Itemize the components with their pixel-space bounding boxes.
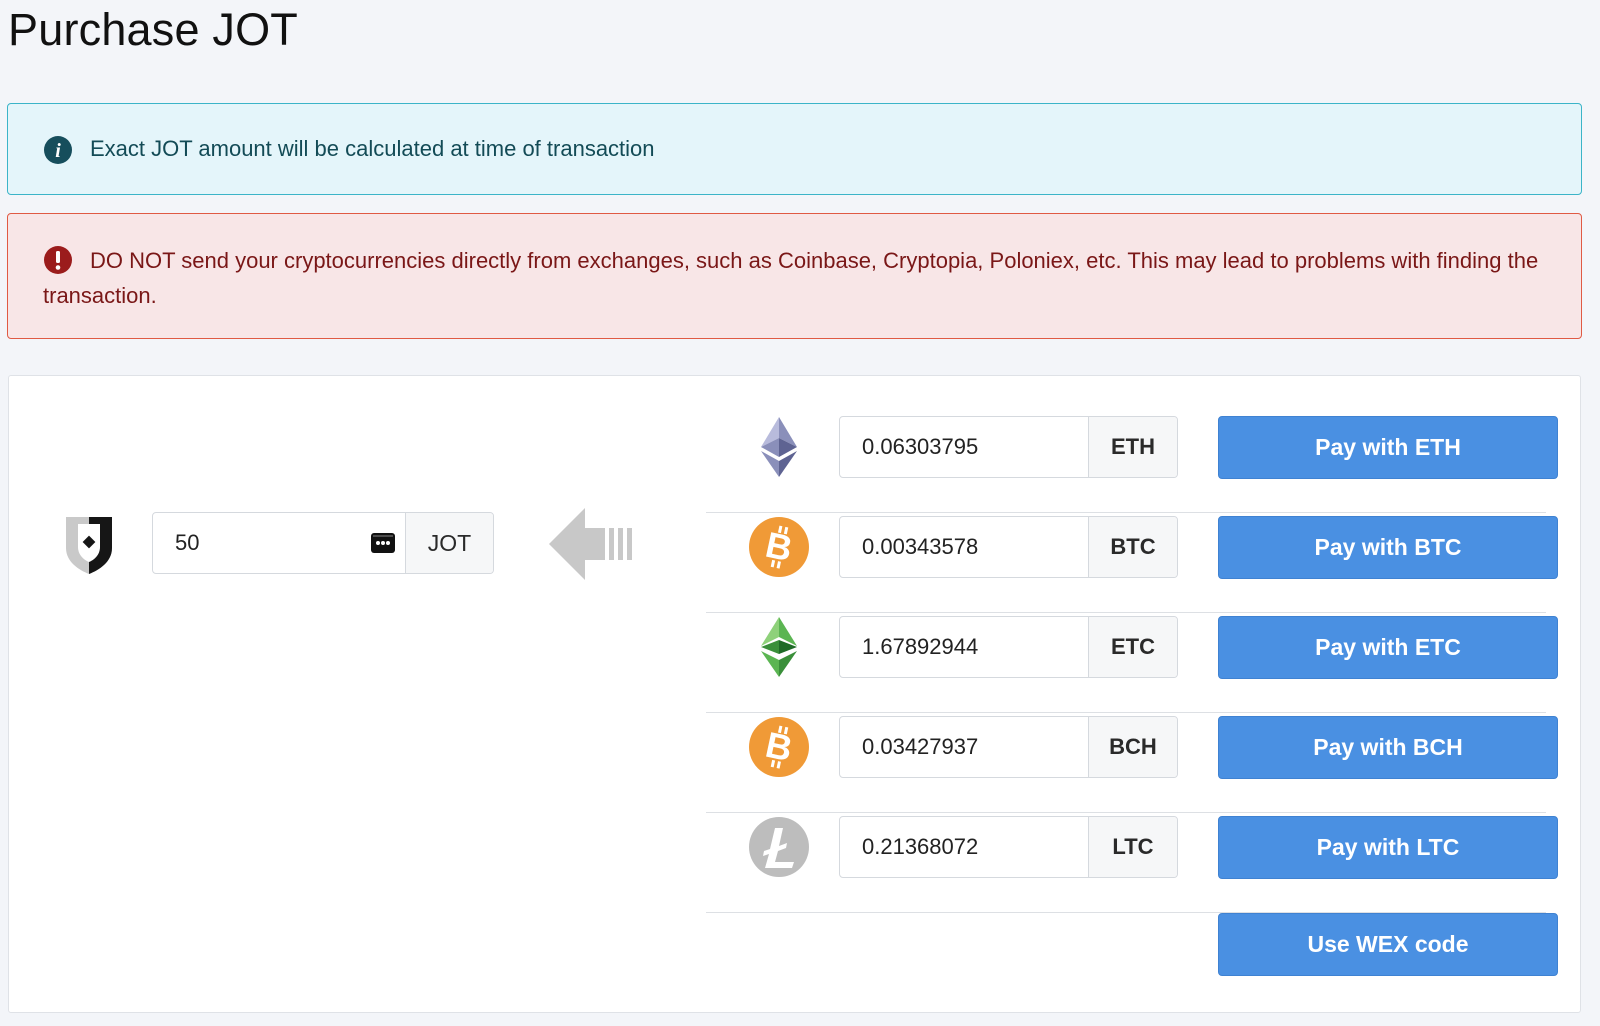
btc-unit-label: BTC [1088,517,1177,577]
litecoin-icon [748,816,810,878]
info-alert-text: Exact JOT amount will be calculated at t… [90,136,655,161]
eth-unit-label: ETH [1088,417,1177,477]
ethereum-icon [748,416,810,478]
jot-amount-group: JOT [152,512,494,574]
pay-with-bch-button[interactable]: Pay with BCH [1218,716,1558,779]
left-arrow-icon [549,506,637,582]
pay-with-btc-button[interactable]: Pay with BTC [1218,516,1558,579]
bitcoin-icon: B [748,516,810,578]
pay-with-ltc-button[interactable]: Pay with LTC [1218,816,1558,879]
currency-row-eth: ETH Pay with ETH [706,411,1558,513]
jot-shield-logo [61,510,117,576]
currency-row-bch: B BCH Pay with BCH [706,711,1558,813]
bch-unit-label: BCH [1088,717,1177,777]
etc-unit-label: ETC [1088,617,1177,677]
etc-amount-group: ETC [839,616,1178,678]
jot-amount-input[interactable] [153,513,367,573]
page-title: Purchase JOT [8,4,299,55]
bitcoin-cash-icon: B [748,716,810,778]
currency-row-ltc: LTC Pay with LTC [706,811,1558,913]
btc-amount-group: BTC [839,516,1178,578]
info-icon: i [43,135,73,165]
pay-with-eth-button[interactable]: Pay with ETH [1218,416,1558,479]
ltc-amount-input[interactable] [840,817,1088,877]
currency-row-etc: ETC Pay with ETC [706,611,1558,713]
autofill-key-icon[interactable] [367,513,399,573]
ethereum-classic-icon [748,616,810,678]
warning-alert-text: DO NOT send your cryptocurrencies direct… [43,248,1539,308]
eth-amount-input[interactable] [840,417,1088,477]
ltc-amount-group: LTC [839,816,1178,878]
btc-amount-input[interactable] [840,517,1088,577]
bch-amount-group: BCH [839,716,1178,778]
eth-amount-group: ETH [839,416,1178,478]
currency-row-btc: B BTC Pay with BTC [706,511,1558,613]
jot-unit-label: JOT [405,513,493,573]
use-wex-code-button[interactable]: Use WEX code [1218,913,1558,976]
purchase-card: JOT ETH Pay with ETH [8,375,1581,1013]
svg-text:i: i [55,140,61,162]
bch-amount-input[interactable] [840,717,1088,777]
pay-with-etc-button[interactable]: Pay with ETC [1218,616,1558,679]
etc-amount-input[interactable] [840,617,1088,677]
ltc-unit-label: LTC [1088,817,1177,877]
warning-alert: DO NOT send your cryptocurrencies direct… [7,213,1582,339]
info-alert: i Exact JOT amount will be calculated at… [7,103,1582,195]
